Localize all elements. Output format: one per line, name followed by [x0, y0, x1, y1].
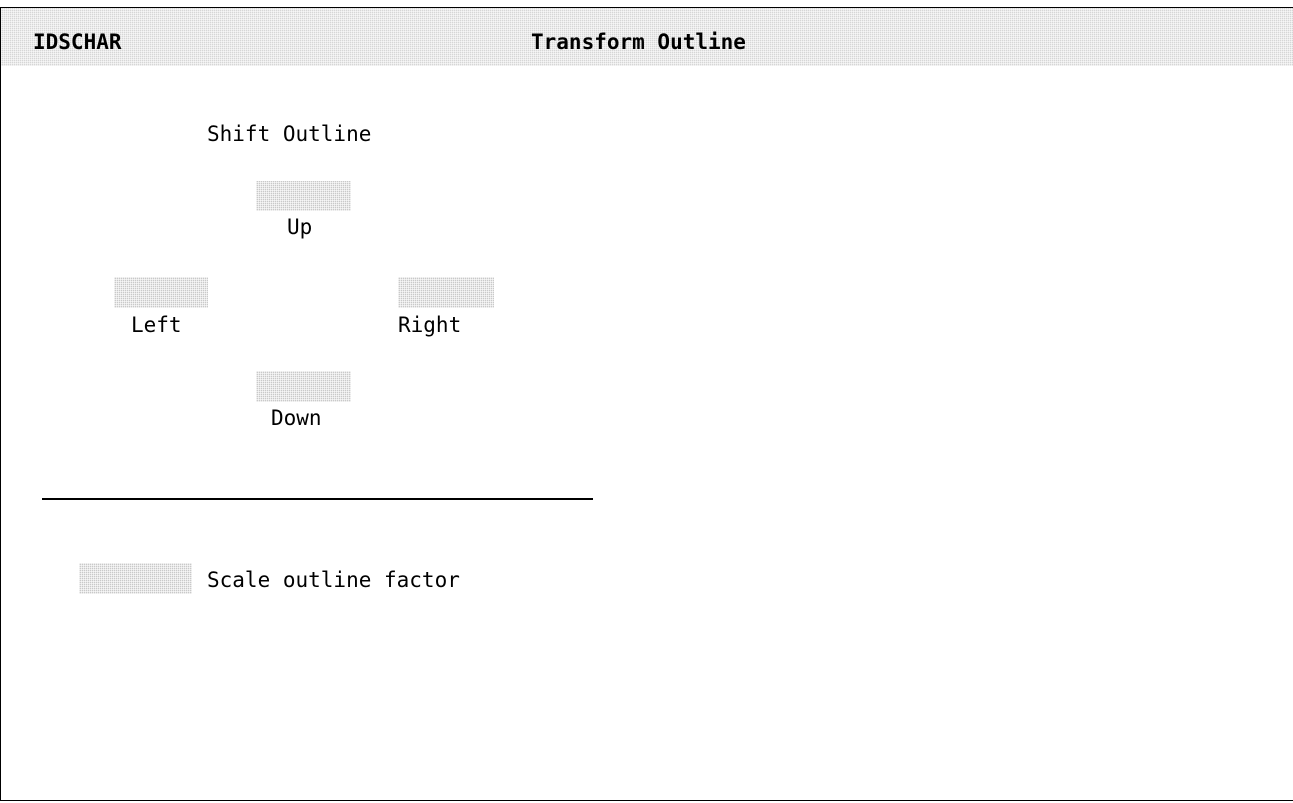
shift-down-label: Down: [271, 406, 322, 430]
shift-up-label: Up: [287, 215, 313, 239]
title-bar: IDSCHAR Transform Outline: [1, 8, 1293, 66]
transform-outline-window: [0, 7, 1293, 801]
section-divider: [42, 498, 593, 500]
scale-factor-label: Scale outline factor: [207, 568, 460, 592]
shift-down-field[interactable]: [256, 371, 351, 402]
shift-left-label: Left: [131, 313, 182, 337]
shift-outline-heading: Shift Outline: [207, 122, 372, 146]
shift-right-field[interactable]: [398, 277, 494, 308]
scale-factor-field[interactable]: [79, 563, 192, 594]
window-title: Transform Outline: [531, 30, 746, 54]
shift-right-label: Right: [398, 313, 462, 337]
app-name: IDSCHAR: [33, 30, 122, 54]
shift-left-field[interactable]: [114, 277, 208, 308]
shift-up-field[interactable]: [256, 181, 351, 211]
